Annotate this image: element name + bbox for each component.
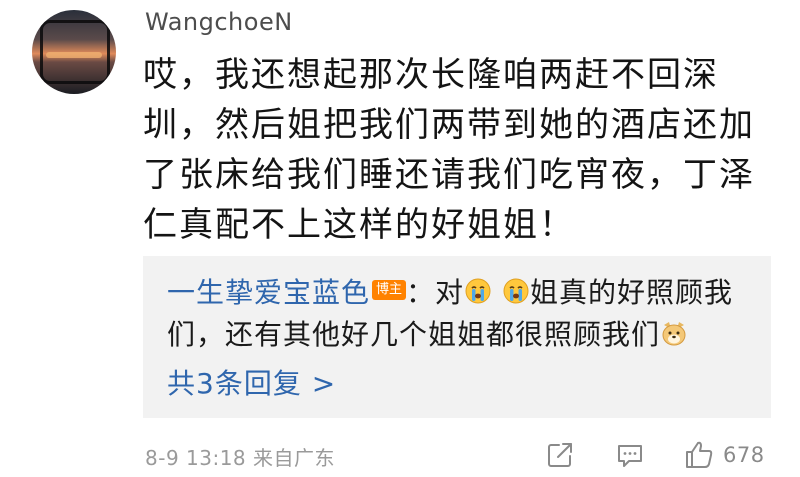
share-icon xyxy=(548,443,572,467)
like-count: 678 xyxy=(723,443,765,467)
comment-icon xyxy=(618,445,642,467)
crying-face-emoji-icon xyxy=(465,278,491,304)
avatar-window-frame xyxy=(40,20,110,84)
author-badge: 博主 xyxy=(372,280,407,300)
comment-footer: 8-9 13:18 来自广东 678 xyxy=(145,438,775,474)
username[interactable]: WangchoeN xyxy=(145,8,293,36)
crying-face-emoji-icon xyxy=(503,278,529,304)
thumbs-up-icon xyxy=(686,441,713,468)
dog-face-emoji-icon xyxy=(662,322,686,346)
avatar[interactable] xyxy=(32,10,116,94)
reply-content: 一生挚爱宝蓝色 博主 ：对 姐真的好照顾我们，还有其他好几个姐姐都很照顾我们 xyxy=(167,272,757,356)
more-replies-link[interactable]: 共3条回复 > xyxy=(167,366,336,402)
share-button[interactable] xyxy=(545,438,575,472)
timestamp: 8-9 13:18 来自广东 xyxy=(145,446,336,470)
reply-box[interactable]: 一生挚爱宝蓝色 博主 ：对 姐真的好照顾我们，还有其他好几个姐姐都很照顾我们 共3条… xyxy=(143,256,771,418)
like-button[interactable]: 678 xyxy=(683,438,765,472)
reply-separator: ：对 xyxy=(406,276,465,309)
comment-text: 哎，我还想起那次长隆咱两赶不回深圳，然后姐把我们两带到她的酒店还加了张床给我们睡… xyxy=(143,55,755,245)
reply-author[interactable]: 一生挚爱宝蓝色 xyxy=(167,276,370,309)
comment-button[interactable] xyxy=(615,438,645,472)
